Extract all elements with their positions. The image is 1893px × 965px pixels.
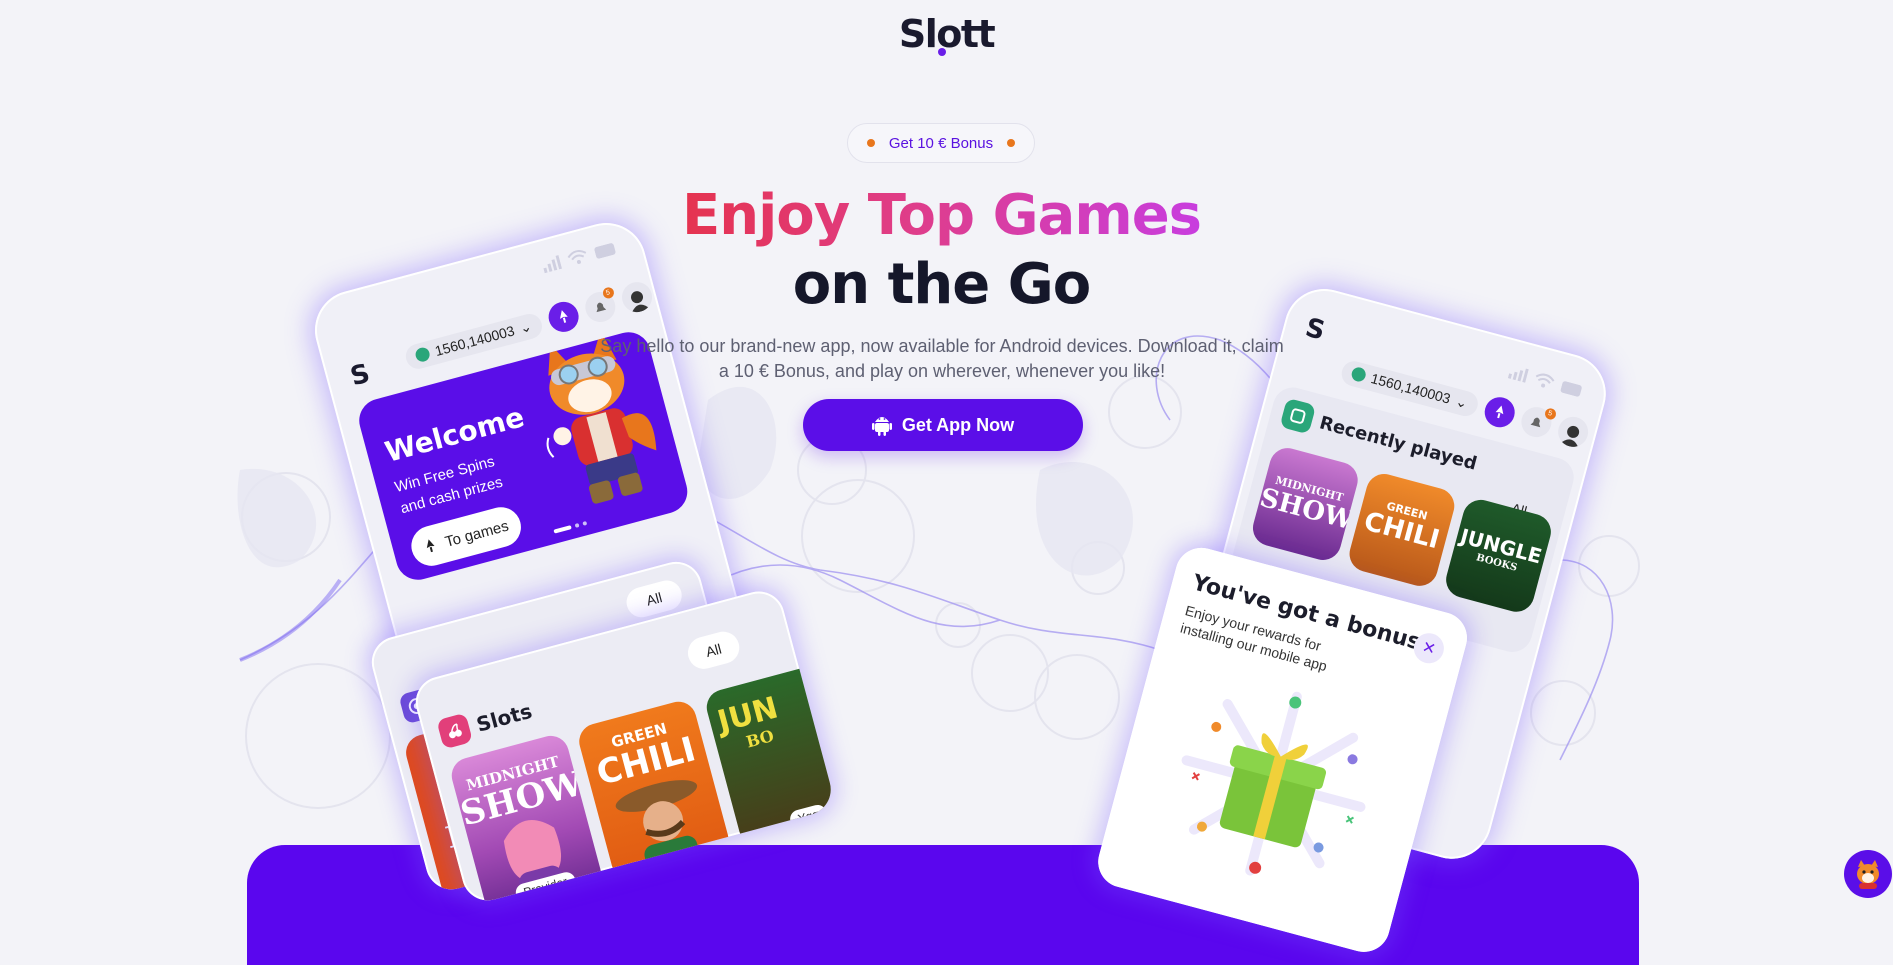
recent-games-icon xyxy=(1279,397,1317,435)
recent-tile-jungle-books[interactable]: JUNGLE BOOKS xyxy=(1442,495,1555,616)
rocket-icon xyxy=(427,539,435,553)
cherry-icon xyxy=(436,712,474,750)
get-app-button[interactable]: Get App Now xyxy=(803,399,1083,451)
recent-tile-green-chili[interactable]: GREEN CHILI xyxy=(1345,469,1459,590)
slots-label: Slots xyxy=(473,698,535,737)
brand-logo[interactable]: Slott xyxy=(0,12,1893,56)
chevron-down-icon: ⌄ xyxy=(517,317,534,336)
gift-icon xyxy=(1181,691,1366,876)
live-games-all-label: All xyxy=(644,589,664,609)
hero-title-line1: Enjoy Top Games xyxy=(0,183,1883,248)
recent-tile-midnight-show[interactable]: MIDNIGHT SHOW xyxy=(1248,444,1362,564)
app-logo-icon: S xyxy=(347,358,374,393)
user-icon xyxy=(1559,425,1579,449)
support-chat-button[interactable] xyxy=(1844,850,1892,898)
battery-icon xyxy=(1560,381,1582,397)
signal-icon xyxy=(1507,368,1529,383)
bonus-pill[interactable]: Get 10 € Bonus xyxy=(847,123,1035,163)
to-games-label: To games xyxy=(443,517,511,551)
coin-icon xyxy=(1350,365,1368,384)
rocket-button[interactable] xyxy=(1480,393,1518,431)
status-bar xyxy=(1507,365,1585,398)
avatar[interactable] xyxy=(1554,413,1592,451)
bonus-pill-label: Get 10 € Bonus xyxy=(888,134,994,152)
android-icon xyxy=(871,417,892,436)
app-logo-icon: S xyxy=(1302,312,1329,347)
logo-dot xyxy=(938,48,946,56)
wifi-icon xyxy=(1535,373,1555,388)
hero-title-gradient-text: Enjoy Top Games xyxy=(681,183,1202,248)
close-icon: ✕ xyxy=(1420,638,1438,659)
notifications-button[interactable]: 5 xyxy=(1517,403,1557,441)
pill-dot-right xyxy=(1007,139,1016,147)
slots-all-button[interactable]: All xyxy=(684,628,743,673)
balance-value: 1560,140003 xyxy=(433,322,517,359)
balance-value: 1560,140003 xyxy=(1369,370,1453,407)
get-app-label: Get App Now xyxy=(901,414,1015,435)
notification-badge: 5 xyxy=(1543,407,1557,421)
slots-title: Slots xyxy=(436,696,535,750)
rocket-icon xyxy=(1495,405,1503,419)
pill-dot-left xyxy=(866,139,875,147)
hero-title-line2: on the Go xyxy=(792,252,1091,317)
hero-description: Say hello to our brand-new app, now avai… xyxy=(600,336,1284,381)
bell-icon xyxy=(1530,417,1540,428)
chevron-down-icon: ⌄ xyxy=(1454,392,1470,411)
fox-mascot-icon xyxy=(1857,860,1879,889)
slots-all-label: All xyxy=(704,640,724,661)
coin-icon xyxy=(414,346,432,364)
